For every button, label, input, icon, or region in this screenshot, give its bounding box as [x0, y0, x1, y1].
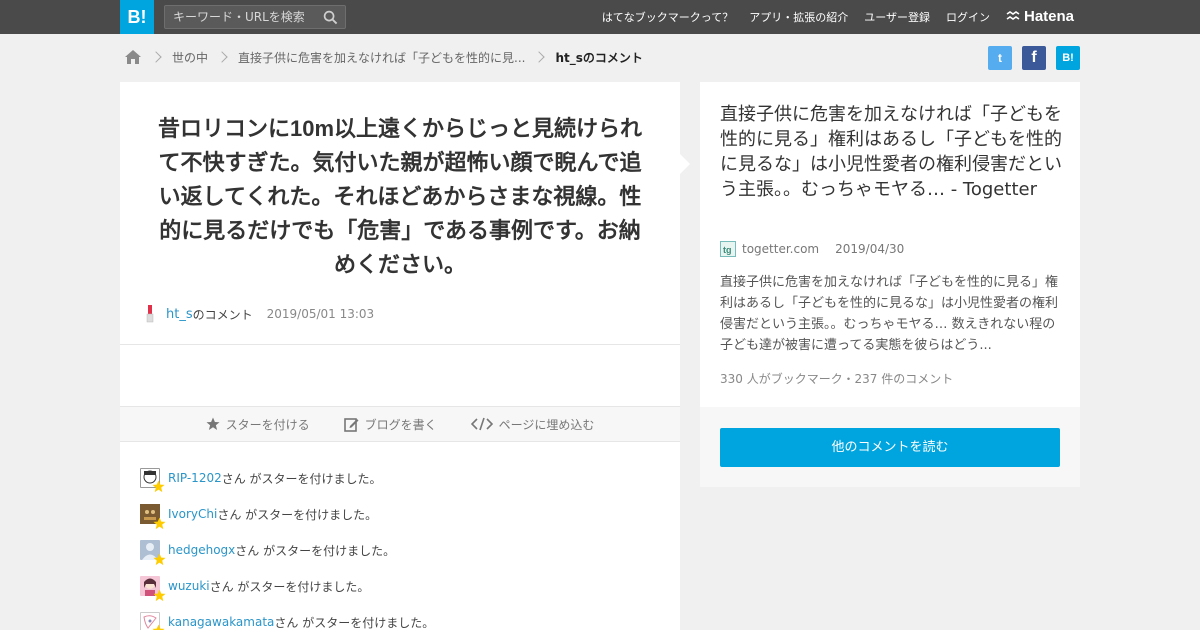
entry-date: 2019/04/30 — [835, 242, 905, 256]
entry-title[interactable]: 直接子供に危害を加えなければ「子どもを性的に見る」権利はあるし「子どもを性的に見… — [720, 102, 1062, 202]
search-placeholder: キーワード・URLを検索 — [173, 10, 305, 24]
star-list-item: hedgehogx さん がスターを付けました。 — [140, 532, 434, 568]
svg-text:tg: tg — [723, 245, 732, 255]
entry-description: 直接子供に危害を加えなければ「子どもを性的に見る」権利はあるし「子どもを性的に見… — [720, 275, 1059, 353]
star-message: さん がスターを付けました。 — [217, 507, 378, 522]
user-avatar-icon[interactable] — [146, 305, 154, 323]
hatebu-share-button[interactable]: B! — [1056, 46, 1080, 70]
nav-register[interactable]: ユーザー登録 — [864, 9, 930, 25]
hatena-mark-icon — [1006, 10, 1020, 20]
entry-site[interactable]: togetter.com — [742, 242, 819, 256]
comment-user-suffix: のコメント — [192, 307, 253, 322]
avatar[interactable] — [140, 612, 165, 630]
avatar[interactable] — [140, 468, 165, 493]
search-icon[interactable] — [323, 10, 338, 25]
twitter-share-button[interactable]: t — [988, 46, 1012, 70]
star-list-item: IvoryChi さん がスターを付けました。 — [140, 496, 434, 532]
read-more-comments-button[interactable]: 他のコメントを読む — [720, 428, 1060, 467]
facebook-share-button[interactable]: f — [1022, 46, 1046, 70]
chevron-right-icon — [533, 51, 546, 63]
hatebu-logo[interactable]: B! — [120, 0, 154, 34]
site-favicon-icon: tg — [720, 241, 736, 257]
nav-about[interactable]: はてなブックマークって？ — [602, 9, 733, 25]
breadcrumb-category[interactable]: 世の中 — [172, 49, 208, 66]
star-list-item: kanagawakamata さん がスターを付けました。 — [140, 604, 434, 630]
nav-login[interactable]: ログイン — [946, 9, 990, 25]
star-message: さん がスターを付けました。 — [209, 579, 370, 594]
edit-icon — [343, 417, 359, 432]
top-bar: B! キーワード・URLを検索 はてなブックマークって？ アプリ・拡張の紹介 ユ… — [0, 0, 1200, 34]
star-user[interactable]: RIP-1202 — [168, 471, 222, 485]
embed-button[interactable]: ページに埋め込む — [470, 416, 595, 433]
twitter-icon: t — [998, 51, 1002, 65]
star-list-item: wuzuki さん がスターを付けました。 — [140, 568, 434, 604]
star-user[interactable]: IvoryChi — [168, 507, 217, 521]
breadcrumb-entry[interactable]: 直接子供に危害を加えなければ「子どもを性的に見... — [238, 49, 525, 66]
action-bar: スターを付ける ブログを書く ページに埋め込む — [120, 406, 680, 442]
avatar[interactable] — [140, 540, 166, 566]
add-star-button[interactable]: スターを付ける — [206, 416, 310, 433]
star-icon — [153, 553, 166, 566]
star-icon — [153, 589, 166, 602]
comment-text: 昔ロリコンに10m以上遠くからじっと見続けられて不快すぎた。気付いた親が超怖い顔… — [157, 116, 643, 277]
breadcrumb-current: ht_sのコメント — [555, 50, 643, 65]
star-message: さん がスターを付けました。 — [221, 471, 382, 486]
entry-footer: 他のコメントを読む — [700, 407, 1080, 487]
code-icon — [470, 417, 493, 431]
write-blog-button[interactable]: ブログを書く — [343, 416, 437, 433]
star-user[interactable]: hedgehogx — [168, 543, 235, 557]
comment-user[interactable]: ht_s — [166, 307, 193, 322]
star-icon — [152, 480, 165, 493]
search-input[interactable]: キーワード・URLを検索 — [164, 5, 346, 29]
star-icon — [206, 417, 220, 430]
star-list-item: RIP-1202 さん がスターを付けました。 — [140, 460, 434, 496]
facebook-icon: f — [1031, 49, 1037, 66]
home-icon[interactable] — [124, 49, 142, 65]
hatena-brand: Hatena — [1024, 8, 1075, 25]
divider — [120, 344, 680, 345]
star-message: さん がスターを付けました。 — [235, 543, 396, 558]
comment-date[interactable]: 2019/05/01 13:03 — [267, 307, 375, 321]
star-message: さん がスターを付けました。 — [274, 615, 435, 630]
star-list: RIP-1202 さん がスターを付けました。 IvoryChi さん がスターを付… — [140, 460, 434, 630]
add-star-label: スターを付ける — [225, 417, 310, 432]
chevron-right-icon — [150, 51, 162, 63]
entry-card: 直接子供に危害を加えなければ「子どもを性的に見る」権利はあるし「子どもを性的に見… — [700, 82, 1080, 487]
embed-label: ページに埋め込む — [498, 417, 595, 432]
top-nav: はてなブックマークって？ アプリ・拡張の紹介 ユーザー登録 ログイン — [602, 0, 990, 34]
star-user[interactable]: kanagawakamata — [168, 615, 274, 629]
hatebu-icon: B! — [1062, 52, 1074, 64]
entry-meta: tg togetter.com 2019/04/30 — [720, 241, 904, 257]
star-icon — [153, 517, 166, 530]
chevron-right-icon — [216, 51, 228, 63]
comment-meta: ht_s のコメント 2019/05/01 13:03 — [146, 304, 374, 324]
write-blog-label: ブログを書く — [364, 417, 437, 432]
comment-card: 昔ロリコンに10m以上遠くからじっと見続けられて不快すぎた。気付いた親が超怖い顔… — [120, 82, 680, 630]
card-pointer — [680, 154, 690, 174]
star-icon — [152, 624, 165, 630]
breadcrumb: 世の中 直接子供に危害を加えなければ「子どもを性的に見... ht_sのコメント — [124, 47, 643, 67]
avatar[interactable] — [140, 504, 166, 530]
nav-apps[interactable]: アプリ・拡張の紹介 — [749, 9, 848, 25]
star-user[interactable]: wuzuki — [168, 579, 210, 593]
entry-bookmark-count[interactable]: 330 人がブックマーク・237 件のコメント — [720, 370, 953, 387]
avatar[interactable] — [140, 576, 166, 602]
hatena-logo[interactable]: Hatena — [1006, 8, 1074, 25]
